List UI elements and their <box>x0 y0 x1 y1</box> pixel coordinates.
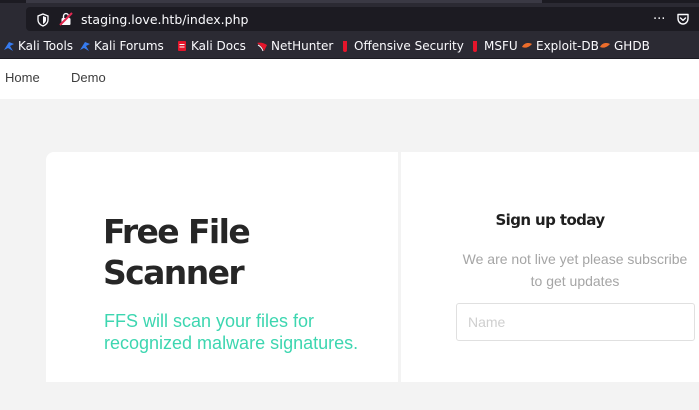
page-actions-more-icon[interactable]: ··· <box>653 12 665 27</box>
bookmark-offensive-security[interactable]: Offensive Security <box>339 38 464 54</box>
nethunter-icon <box>257 42 267 52</box>
msfu-icon <box>473 41 477 52</box>
offsec-icon <box>343 41 347 52</box>
hero-title: Free File Scanner <box>103 212 251 292</box>
url-toolbar: staging.love.htb/index.php ··· <box>0 3 699 33</box>
bookmarks-toolbar: Kali Tools Kali Forums Kali Docs NetHunt… <box>0 33 699 59</box>
bookmark-kali-docs[interactable]: Kali Docs <box>176 38 246 54</box>
bookmark-label: Offensive Security <box>354 39 464 53</box>
bookmark-nethunter[interactable]: NetHunter <box>256 38 333 54</box>
exploit-db-icon <box>522 43 532 48</box>
nav-demo-link[interactable]: Demo <box>71 70 106 85</box>
name-input[interactable] <box>456 303 695 341</box>
bookmark-label: MSFU <box>484 39 518 53</box>
signup-title: Sign up today <box>495 211 605 229</box>
kali-dragon-icon <box>4 42 14 51</box>
nav-home-link[interactable]: Home <box>5 70 40 85</box>
bookmark-label: Kali Tools <box>18 39 74 53</box>
docs-icon <box>178 41 186 51</box>
bookmark-label: Kali Docs <box>191 39 246 53</box>
bookmark-msfu[interactable]: MSFU <box>469 38 518 54</box>
bookmark-kali-forums[interactable]: Kali Forums <box>79 38 164 54</box>
bookmark-kali-tools[interactable]: Kali Tools <box>3 38 73 54</box>
bookmark-exploit-db[interactable]: Exploit-DB <box>521 38 599 54</box>
hero-subtitle: FFS will scan your files for recognized … <box>104 311 359 353</box>
bookmark-label: Exploit-DB <box>536 39 599 53</box>
pocket-icon[interactable] <box>676 12 690 26</box>
kali-dragon-icon <box>80 42 90 51</box>
site-nav: Home Demo <box>0 59 699 99</box>
bookmark-label: NetHunter <box>271 39 334 53</box>
signup-description: We are not live yet please subscribe to … <box>462 251 688 289</box>
bookmark-label: GHDB <box>614 39 650 53</box>
bookmark-ghdb[interactable]: GHDB <box>599 38 650 54</box>
ghdb-icon <box>600 43 610 48</box>
insecure-lock-icon[interactable] <box>59 12 73 26</box>
url-text[interactable]: staging.love.htb/index.php <box>81 12 248 27</box>
bookmark-label: Kali Forums <box>94 39 164 53</box>
tracking-shield-icon[interactable] <box>37 13 49 27</box>
